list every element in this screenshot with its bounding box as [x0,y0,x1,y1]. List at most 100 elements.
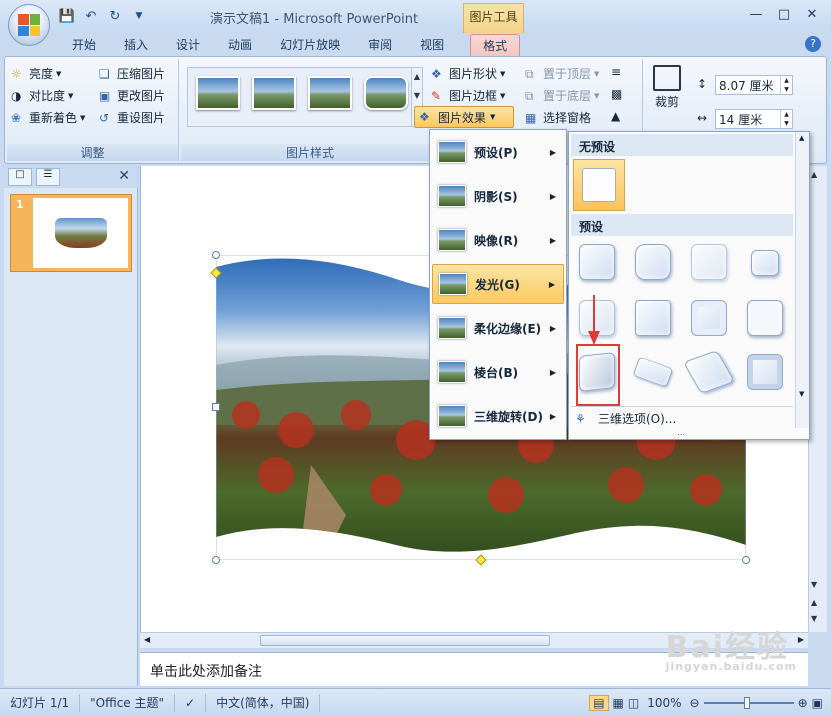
office-button[interactable] [8,4,50,46]
bring-front-label: 置于顶层 [543,67,592,81]
preset-option-12[interactable] [743,350,787,394]
send-to-back-button[interactable]: ⧉ 置于底层 ▼ [525,87,599,104]
preset-option-3[interactable] [687,240,731,284]
tab-insert[interactable]: 插入 [112,34,160,56]
menu-item-glow[interactable]: 发光(G) ▶ [432,264,564,304]
picture-border-button[interactable]: ✎ 图片边框 ▼ [431,87,505,104]
gallery-up-icon[interactable]: ▲ [412,68,422,87]
bring-to-front-button[interactable]: ⧉ 置于顶层 ▼ [525,65,599,82]
tab-home[interactable]: 开始 [60,34,108,56]
status-bar: 幻灯片 1/1 "Office 主题" ✓ 中文(简体，中国) ▤ ▦ ◫ 10… [0,688,831,716]
preset-option-1[interactable] [575,240,619,284]
preset-option-6[interactable] [631,296,675,340]
normal-view-icon[interactable]: ▤ [589,694,609,711]
preset-option-7[interactable] [687,296,731,340]
tab-view[interactable]: 视图 [408,34,456,56]
picture-style-2[interactable] [252,76,296,110]
3d-options-link[interactable]: ⚘ 三维选项(O)... [571,406,793,430]
sun-icon: ☼ [11,66,22,81]
compress-pictures-button[interactable]: ❏ 压缩图片 [99,65,165,82]
close-icon[interactable]: ✕ [799,5,825,23]
scroll-up-icon[interactable]: ▲ [811,170,817,179]
help-icon[interactable]: ? [805,36,821,52]
pencil-icon: ✎ [431,88,442,103]
resize-handle-br[interactable] [742,556,750,564]
zoom-out-icon[interactable]: ⊖ [690,696,700,710]
gallery-scroll-down-icon[interactable]: ▼ [799,390,804,398]
resize-handle-tl[interactable] [212,251,220,259]
vertical-scrollbar[interactable]: ▲ ▼ ▲ ▼ [808,166,827,632]
picture-style-4[interactable] [364,76,408,110]
slideshow-view-icon[interactable]: ◫ [628,696,639,710]
gallery-down-icon[interactable]: ▼ [412,87,422,106]
scroll-right-icon[interactable]: ▶ [798,635,804,644]
resize-handle-bl[interactable] [212,556,220,564]
width-spinner-icon[interactable]: ▲ ▼ [780,110,792,128]
tab-design[interactable]: 设计 [164,34,212,56]
picture-style-1[interactable] [196,76,240,110]
glow-icon [439,273,467,295]
preset-option-4[interactable] [743,240,787,284]
watermark: Bai经验 jingyan.baidu.com [666,622,797,673]
contrast-button[interactable]: ◑ 对比度 ▼ [11,87,73,104]
minimize-icon[interactable]: — [743,5,769,23]
status-language[interactable]: 中文(简体，中国) [206,693,321,712]
selection-pane-button[interactable]: ▦ 选择窗格 [525,109,591,126]
crop-button[interactable]: 裁剪 [653,65,681,110]
spell-check-icon[interactable]: ✓ [175,693,207,712]
menu-item-soft-edges[interactable]: 柔化边缘(E) ▶ [432,308,564,348]
sorter-view-icon[interactable]: ▦ [613,696,624,710]
resize-handle-ml[interactable] [212,403,220,411]
crop-icon [653,65,681,91]
slide-thumbnail[interactable]: 1 [10,194,132,272]
preset-gallery-scrollbar[interactable]: ▲ ▼ [795,132,809,428]
zoom-in-icon[interactable]: ⊕ [798,696,808,710]
maximize-icon[interactable]: □ [771,5,797,23]
menu-item-3d-rotation[interactable]: 三维旋转(D) ▶ [432,396,564,436]
brightness-button[interactable]: ☼ 亮度 ▼ [11,65,61,82]
width-field[interactable]: 14 厘米 ▲ ▼ [715,109,793,129]
prev-slide-icon[interactable]: ▲ [811,598,817,607]
scroll-left-icon[interactable]: ◀ [144,635,150,644]
picture-style-3[interactable] [308,76,352,110]
resize-grip-icon[interactable]: ⋯ [677,430,685,439]
fit-slide-icon[interactable]: ▣ [812,696,823,710]
close-pane-icon[interactable]: ✕ [118,168,130,184]
rotate-button[interactable]: ▲ [611,109,626,123]
preset-option-2[interactable] [631,240,675,284]
menu-item-shadow[interactable]: 阴影(S) ▶ [432,176,564,216]
menu-item-reflection[interactable]: 映像(R) ▶ [432,220,564,260]
tab-slideshow[interactable]: 幻灯片放映 [268,34,352,56]
horizontal-scroll-thumb[interactable] [260,635,550,646]
view-zoom-controls: ▤ ▦ ◫ 100% ⊖ ⊕ ▣ [589,694,831,711]
align-button[interactable]: ≡ [611,65,626,79]
qat-customize-icon[interactable]: ▼ [130,8,148,24]
zoom-slider[interactable] [703,696,794,709]
tab-format[interactable]: 格式 [470,34,521,56]
outline-tab-icon[interactable]: ☰ [36,168,60,186]
preset-option-11[interactable] [682,350,736,394]
save-icon[interactable]: 💾 [58,8,76,24]
height-spinner-icon[interactable]: ▲ ▼ [780,76,792,94]
menu-item-preset[interactable]: 预设(P) ▶ [432,132,564,172]
preset-option-8[interactable] [743,296,787,340]
tab-review[interactable]: 审阅 [356,34,404,56]
reset-picture-button[interactable]: ↺ 重设图片 [99,109,165,126]
height-field[interactable]: 8.07 厘米 ▲ ▼ [715,75,793,95]
picture-effects-button[interactable]: ❖ 图片效果 ▼ [414,106,514,128]
tab-animations[interactable]: 动画 [216,34,264,56]
recolor-button[interactable]: ❀ 重新着色 ▼ [11,109,85,126]
undo-icon[interactable]: ↶ [82,8,100,24]
redo-icon[interactable]: ↻ [106,8,124,24]
picture-shape-button[interactable]: ❖ 图片形状 ▼ [431,65,505,82]
next-slide-icon[interactable]: ▼ [811,614,817,623]
preset-option-10[interactable] [631,350,675,394]
change-picture-button[interactable]: ▣ 更改图片 [99,87,165,104]
slides-tab-icon[interactable]: □ [8,168,32,186]
zoom-level[interactable]: 100% [647,696,681,710]
menu-item-bevel[interactable]: 棱台(B) ▶ [432,352,564,392]
gallery-scroll-up-icon[interactable]: ▲ [799,134,804,142]
group-button[interactable]: ▩ [611,87,626,101]
no-preset-option[interactable] [573,159,625,211]
scroll-down-icon[interactable]: ▼ [811,580,817,589]
